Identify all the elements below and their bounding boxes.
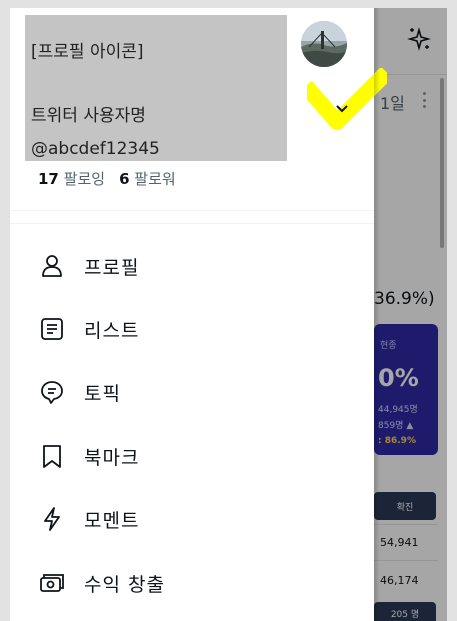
topic-icon — [41, 381, 63, 404]
menu-label: 북마크 — [84, 446, 140, 469]
navigation-drawer: [프로필 아이콘] 트위터 사용자명 @abcdef12345 17 팔로잉 6 … — [10, 8, 393, 621]
followers-label: 팔로워 — [134, 170, 176, 188]
menu-item-lists[interactable]: 리스트 — [10, 301, 374, 357]
display-name[interactable]: 트위터 사용자명 — [31, 101, 146, 126]
menu-item-topics[interactable]: 토픽 — [10, 364, 374, 420]
avatar-image — [301, 21, 347, 67]
menu-label: 프로필 — [84, 256, 140, 279]
money-icon — [40, 574, 64, 592]
profile-icon-placeholder: [프로필 아이콘] — [31, 42, 144, 62]
follow-stats: 17 팔로잉 6 팔로워 — [38, 168, 176, 189]
menu-label: 모멘트 — [84, 509, 140, 532]
divider — [10, 223, 374, 224]
screen-frame: 1일 36.9%) 현종 0% 44,945명 859명 ▲ : 86.9% 확… — [0, 0, 457, 621]
user-handle[interactable]: @abcdef12345 — [31, 139, 160, 159]
list-icon — [41, 318, 63, 340]
menu-label: 리스트 — [84, 319, 140, 342]
menu-item-moments[interactable]: 모멘트 — [10, 491, 374, 547]
person-icon — [42, 255, 62, 277]
followers-count: 6 — [119, 170, 130, 188]
divider — [10, 210, 374, 211]
lightning-icon — [44, 507, 60, 531]
followers-link[interactable]: 6 팔로워 — [119, 170, 176, 188]
following-count: 17 — [38, 170, 59, 188]
following-label: 팔로잉 — [63, 170, 106, 188]
following-link[interactable]: 17 팔로잉 — [38, 170, 105, 188]
profile-redaction: [프로필 아이콘] 트위터 사용자명 @abcdef12345 — [25, 15, 287, 161]
menu-label: 토픽 — [84, 382, 121, 405]
menu-item-monetization[interactable]: 수익 창출 — [10, 555, 374, 611]
menu-item-profile[interactable]: 프로필 — [10, 238, 374, 294]
bookmark-icon — [43, 445, 61, 468]
menu-label: 수익 창출 — [84, 573, 165, 596]
drawer-shadow — [374, 8, 380, 621]
avatar[interactable] — [301, 21, 347, 67]
menu-item-bookmarks[interactable]: 북마크 — [10, 428, 374, 484]
